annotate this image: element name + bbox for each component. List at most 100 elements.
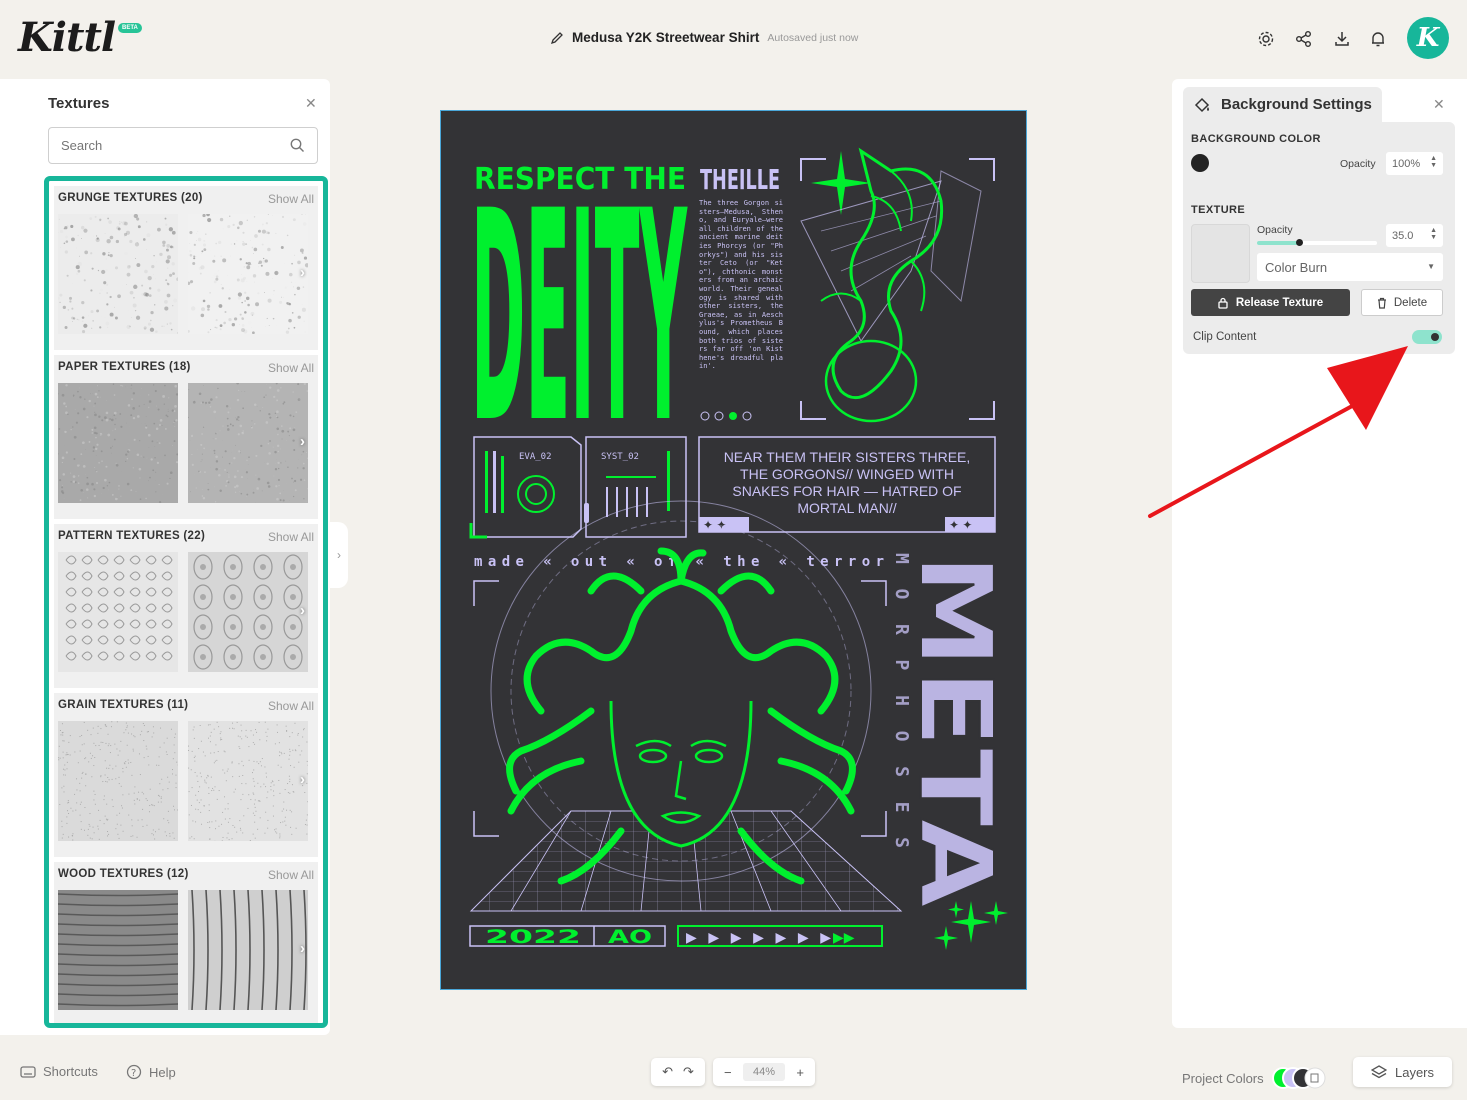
show-all-link[interactable]: Show All (268, 361, 314, 375)
pencil-icon (550, 31, 563, 44)
document-title-bar[interactable]: Medusa Y2K Streetwear Shirt Autosaved ju… (550, 30, 858, 45)
arrow-progress-badge: ▶▶▶▶▶▶▶ ▶▶ (677, 925, 883, 947)
layers-icon (1370, 1065, 1387, 1079)
texture-section-paper: PAPER TEXTURES (18) Show All › (54, 355, 318, 519)
chevron-right-icon[interactable]: › (300, 940, 305, 957)
show-all-link[interactable]: Show All (268, 530, 314, 544)
shortcuts-button[interactable]: Shortcuts (20, 1064, 98, 1079)
section-title: PATTERN TEXTURES (22) (58, 530, 206, 542)
panel-b-label: SYST_02 (601, 452, 639, 462)
delete-texture-button[interactable]: Delete (1361, 289, 1443, 316)
pattern-texture-thumb[interactable] (58, 552, 178, 672)
svg-text:✦ ✦: ✦ ✦ (949, 518, 972, 532)
settings-gear-icon[interactable] (1255, 28, 1277, 50)
mythology-body-text: The three Gorgon sisters—Medusa, Stheno,… (699, 199, 783, 370)
show-all-link[interactable]: Show All (268, 868, 314, 882)
svg-text:▶▶▶▶▶▶▶: ▶▶▶▶▶▶▶ (686, 930, 831, 946)
texture-section-pattern: PATTERN TEXTURES (22) Show All › (54, 524, 318, 688)
zoom-out-icon[interactable]: − (724, 1065, 732, 1080)
stepper-arrows-icon[interactable]: ▲ ▼ (1430, 155, 1437, 169)
beta-badge: BETA (118, 23, 142, 33)
bg-opacity-label: Opacity (1340, 158, 1376, 170)
grain-texture-thumb[interactable] (58, 721, 178, 841)
layers-button[interactable]: Layers (1353, 1057, 1452, 1087)
svg-text:▶▶: ▶▶ (833, 930, 855, 946)
sparkles (934, 901, 1008, 950)
close-icon[interactable]: ✕ (1433, 96, 1445, 113)
texture-preview-swatch[interactable] (1191, 224, 1250, 283)
blend-mode-select[interactable]: Color Burn ▼ (1257, 253, 1443, 281)
year-text: 2022 (485, 926, 581, 948)
zoom-level[interactable]: 44% (742, 1063, 786, 1081)
paper-texture-thumb[interactable] (58, 383, 178, 503)
background-settings-panel: Background Settings ✕ BACKGROUND COLOR O… (1172, 79, 1467, 1028)
section-title: GRUNGE TEXTURES (20) (58, 192, 203, 204)
paper-texture-thumb[interactable] (188, 383, 308, 503)
help-label: Help (149, 1064, 176, 1080)
wood-texture-thumb[interactable] (58, 890, 178, 1010)
kittl-logo[interactable]: Kittl (18, 14, 116, 61)
undo-redo-group: ↶ ↷ (651, 1058, 705, 1086)
code-text: AO (608, 926, 652, 948)
document-title[interactable]: Medusa Y2K Streetwear Shirt (572, 30, 759, 45)
pattern-texture-thumb[interactable] (188, 552, 308, 672)
zoom-control: − 44% + (713, 1058, 815, 1086)
grain-texture-thumb[interactable] (188, 721, 308, 841)
blend-mode-value: Color Burn (1265, 259, 1328, 275)
texture-label: TEXTURE (1191, 204, 1246, 216)
slider-fill (1257, 241, 1299, 245)
wood-texture-thumb[interactable] (188, 890, 308, 1010)
show-all-link[interactable]: Show All (268, 192, 314, 206)
trash-icon (1377, 297, 1386, 309)
annotation-arrow (1148, 346, 1408, 518)
project-colors-label: Project Colors (1182, 1070, 1264, 1086)
grunge-texture-thumb[interactable] (58, 214, 178, 334)
section-title: GRAIN TEXTURES (11) (58, 699, 189, 711)
texture-sections-list[interactable]: GRUNGE TEXTURES (20) Show All › PAPER TE… (44, 176, 328, 1028)
texture-opacity-input[interactable]: 35.0 ▲ ▼ (1386, 224, 1443, 247)
user-avatar[interactable]: K (1407, 17, 1449, 59)
redo-icon[interactable]: ↷ (683, 1064, 694, 1080)
shortcuts-label: Shortcuts (43, 1064, 98, 1079)
bg-opacity-value: 100% (1392, 157, 1421, 170)
year-badge: 2022 AO (469, 925, 666, 948)
svg-text:✦ ✦: ✦ ✦ (703, 518, 726, 532)
bg-opacity-input[interactable]: 100% ▲ ▼ (1386, 152, 1443, 175)
unicorn-illustration (800, 147, 995, 423)
chevron-right-icon[interactable]: › (300, 433, 305, 450)
background-settings-tab[interactable]: Background Settings (1183, 87, 1382, 122)
stepper-arrows-icon[interactable]: ▲ ▼ (1430, 227, 1437, 241)
design-canvas[interactable]: RESPECT THE THEILLE DEITY The three Gorg… (440, 110, 1027, 990)
undo-icon[interactable]: ↶ (662, 1064, 673, 1080)
slider-handle[interactable] (1296, 239, 1303, 246)
close-icon[interactable]: ✕ (305, 95, 317, 112)
collapse-panel-chevron-icon[interactable]: › (330, 522, 348, 588)
share-icon[interactable] (1293, 28, 1315, 50)
svg-text:?: ? (131, 1068, 136, 1079)
layers-label: Layers (1394, 1064, 1435, 1080)
background-color-swatch[interactable] (1191, 154, 1209, 172)
textures-panel: Textures ✕ GRUNGE TEXTURES (20) Show All… (0, 79, 330, 1035)
page-dots (700, 411, 752, 421)
chevron-right-icon[interactable]: › (300, 602, 305, 619)
texture-opacity-value: 35.0 (1392, 229, 1414, 242)
texture-opacity-slider[interactable] (1257, 239, 1377, 246)
zoom-in-icon[interactable]: + (796, 1065, 804, 1080)
grunge-texture-thumb[interactable] (188, 214, 308, 334)
chevron-right-icon[interactable]: › (300, 771, 305, 788)
chevron-right-icon[interactable]: › (300, 264, 305, 281)
show-all-link[interactable]: Show All (268, 699, 314, 713)
project-colors[interactable]: Project Colors (1182, 1066, 1331, 1090)
release-texture-button[interactable]: Release Texture (1191, 289, 1350, 316)
download-icon[interactable] (1331, 28, 1353, 50)
help-button[interactable]: ? Help (126, 1064, 176, 1080)
search-icon[interactable] (290, 138, 305, 153)
background-settings-title: Background Settings (1221, 96, 1372, 113)
quote-box: NEAR THEM THEIR SISTERS THREE, THE GORGO… (698, 436, 996, 533)
textures-panel-title: Textures (48, 95, 110, 112)
texture-search-input[interactable] (48, 127, 318, 164)
project-color-swatches[interactable] (1271, 1066, 1331, 1090)
keyboard-icon (20, 1065, 36, 1078)
texture-section-wood: WOOD TEXTURES (12) Show All › (54, 862, 318, 1023)
notifications-bell-icon[interactable] (1367, 28, 1389, 50)
